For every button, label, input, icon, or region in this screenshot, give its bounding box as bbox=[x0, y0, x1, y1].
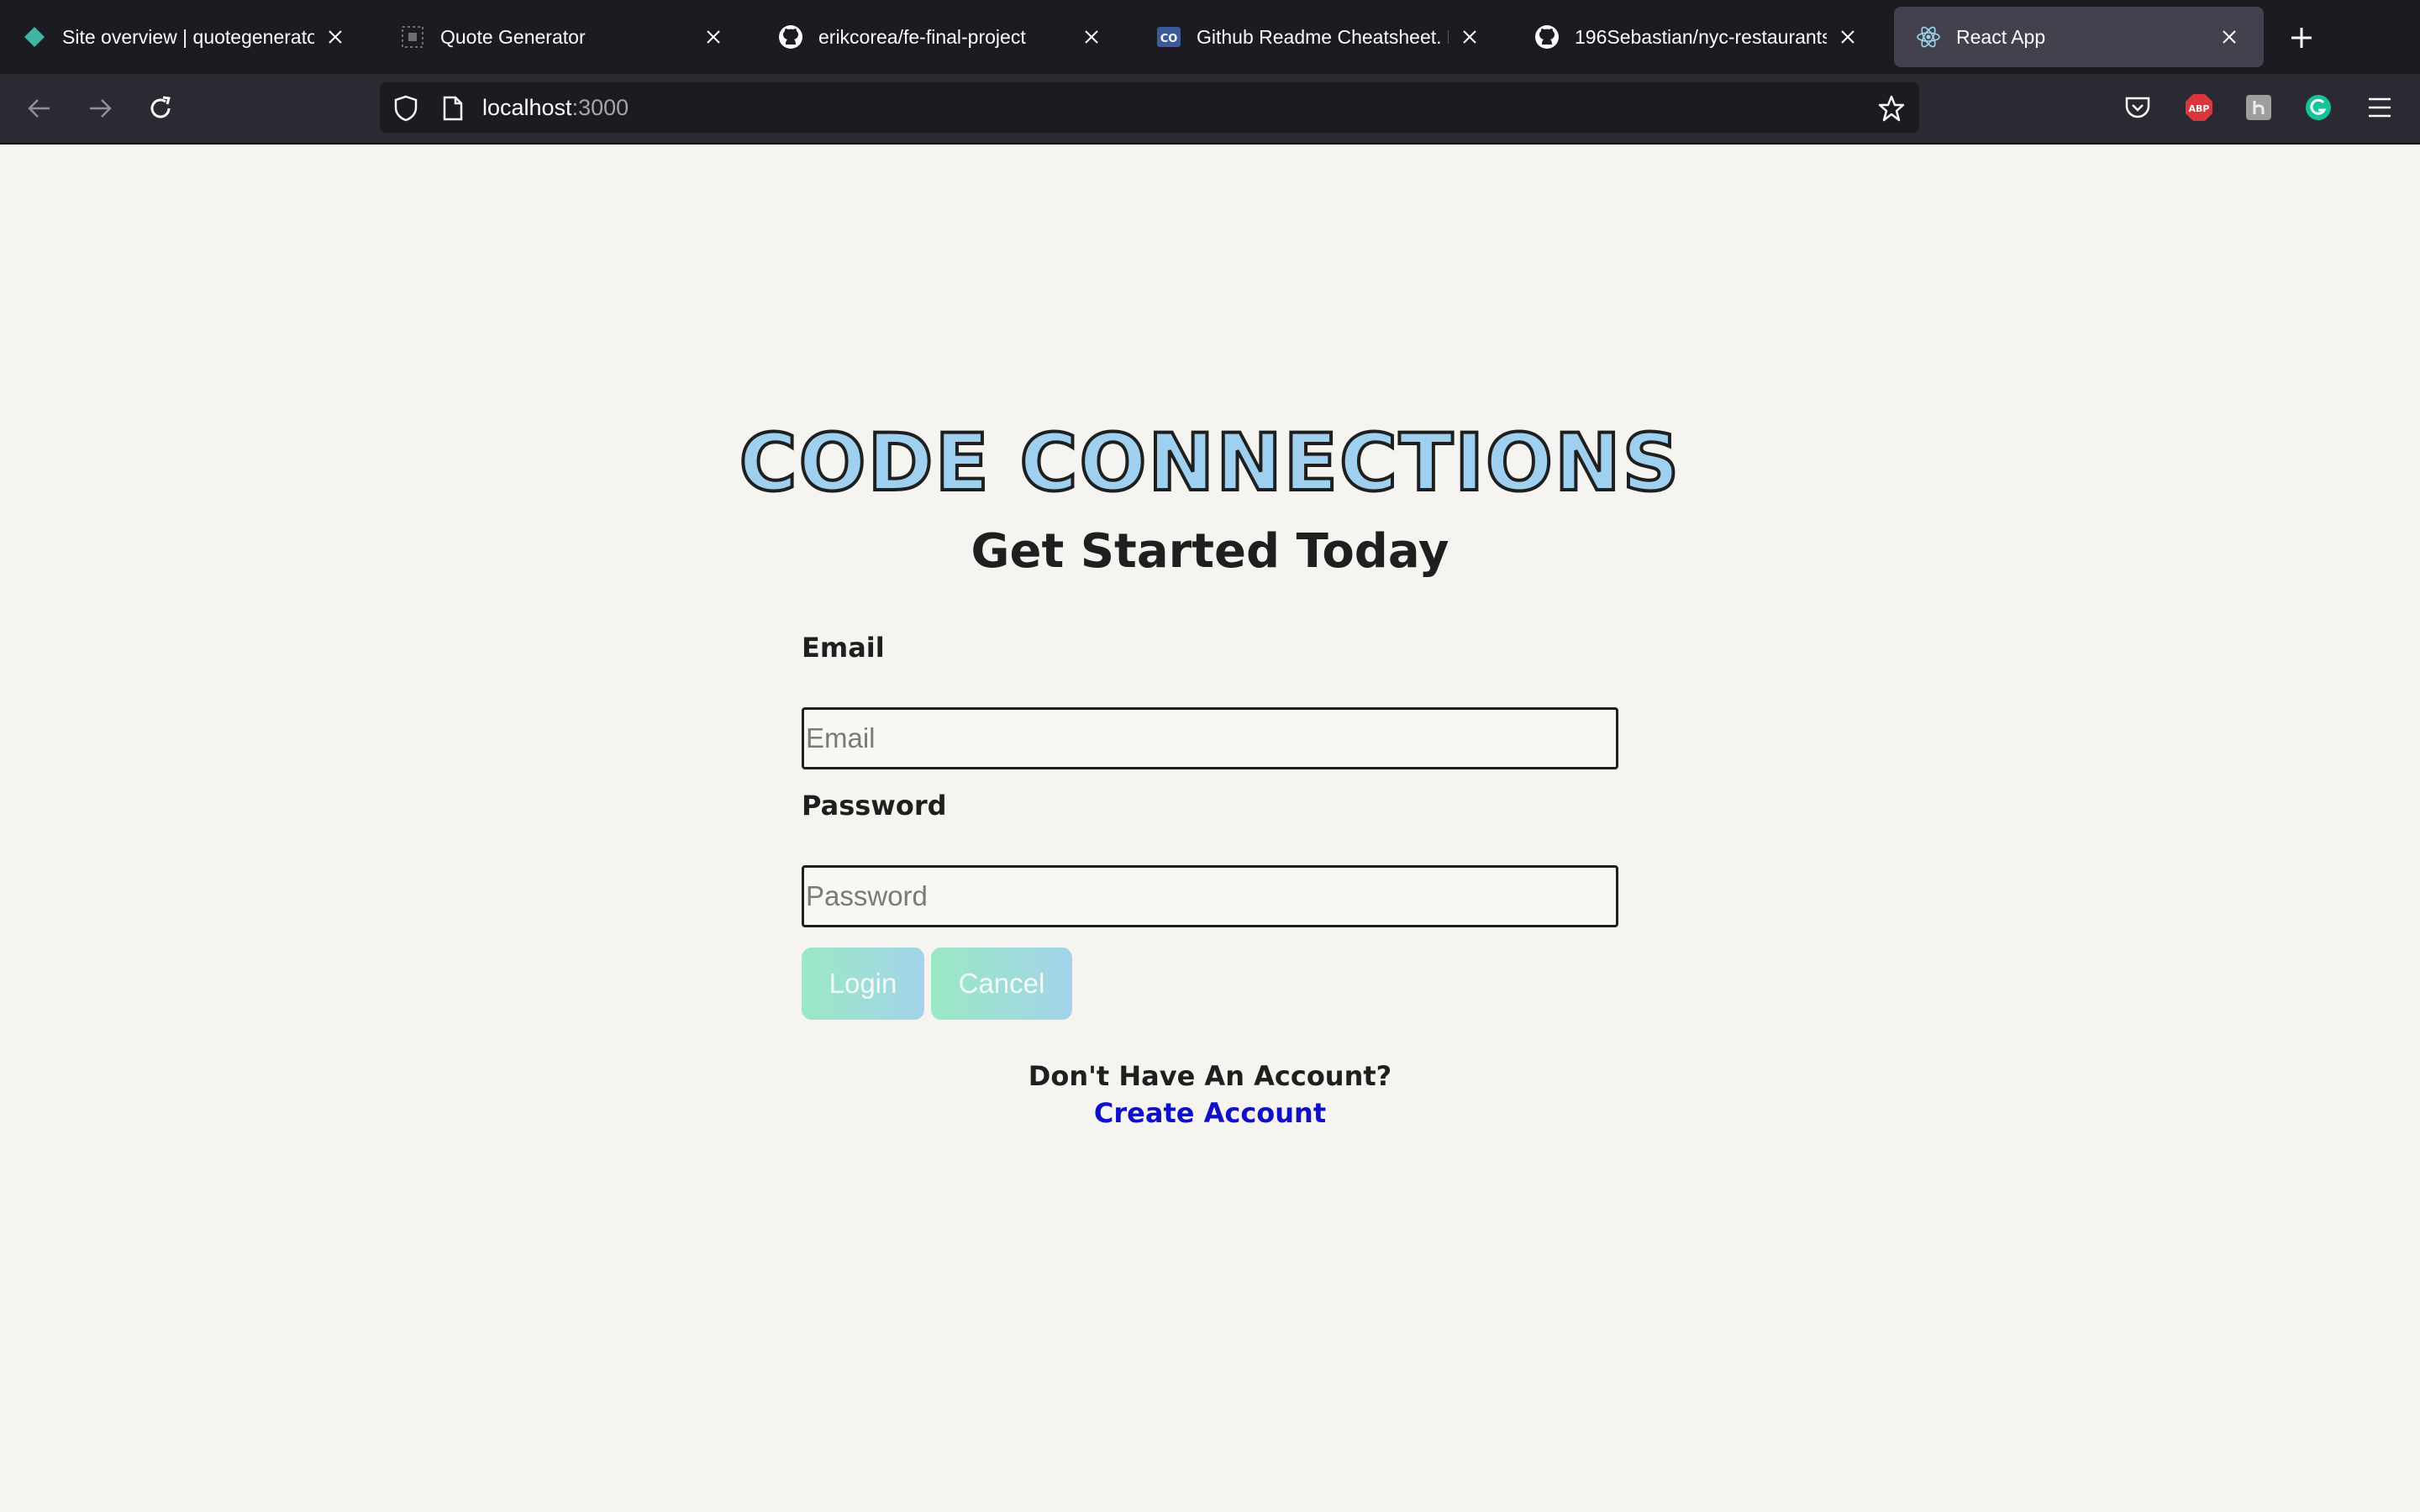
page-icon[interactable] bbox=[439, 94, 467, 123]
close-icon[interactable] bbox=[323, 24, 348, 50]
shield-icon[interactable] bbox=[392, 94, 420, 123]
tab-title: Site overview | quotegeneratora bbox=[62, 25, 314, 48]
close-icon[interactable] bbox=[2217, 24, 2242, 50]
password-label: Password bbox=[802, 790, 947, 822]
menu-icon[interactable] bbox=[2363, 91, 2396, 124]
browser-tab[interactable]: Site overview | quotegeneratora bbox=[0, 7, 370, 67]
browser-tab[interactable]: 196Sebastian/nyc-restaurants bbox=[1512, 7, 1882, 67]
create-account-link[interactable]: Create Account bbox=[1094, 1097, 1326, 1129]
create-account-row: Create Account bbox=[0, 1097, 2420, 1129]
reload-icon bbox=[150, 96, 171, 118]
pocket-icon[interactable] bbox=[2121, 91, 2154, 124]
url-text[interactable]: localhost:3000 bbox=[482, 82, 629, 133]
codeopinion-icon: CO bbox=[1156, 24, 1181, 50]
github-icon bbox=[1534, 24, 1560, 50]
browser-tab[interactable]: CO Github Readme Cheatsheet. For bbox=[1134, 7, 1504, 67]
plus-icon bbox=[2291, 28, 2312, 48]
email-label: Email bbox=[802, 632, 885, 664]
url-host: localhost bbox=[482, 95, 572, 120]
reload-button[interactable] bbox=[141, 89, 180, 128]
email-field[interactable] bbox=[802, 707, 1618, 769]
extension-icon[interactable] bbox=[2242, 91, 2275, 124]
browser-tab[interactable]: erikcorea/fe-final-project bbox=[756, 7, 1126, 67]
brand-logo-text: CODE CONNECTIONS bbox=[738, 417, 1681, 509]
arrow-right-icon bbox=[90, 99, 112, 118]
password-field[interactable] bbox=[802, 865, 1618, 927]
tab-title: Github Readme Cheatsheet. For bbox=[1197, 25, 1449, 48]
new-tab-button[interactable] bbox=[2281, 17, 2323, 59]
adblock-icon[interactable]: ABP bbox=[2182, 91, 2216, 124]
address-bar[interactable]: localhost:3000 bbox=[380, 82, 1919, 133]
browser-tab-active[interactable]: React App bbox=[1894, 7, 2264, 67]
close-icon[interactable] bbox=[1457, 24, 1482, 50]
quote-icon bbox=[400, 24, 425, 50]
page-title: Get Started Today bbox=[971, 524, 1449, 579]
login-button[interactable]: Login bbox=[802, 948, 924, 1020]
bookmark-star-icon[interactable] bbox=[1876, 92, 1907, 124]
netlify-icon bbox=[22, 24, 47, 50]
svg-text:CO: CO bbox=[1160, 33, 1178, 45]
react-icon bbox=[1916, 24, 1941, 50]
tab-title: Quote Generator bbox=[440, 25, 586, 48]
url-port: :3000 bbox=[571, 95, 629, 120]
browser-tab-strip: Site overview | quotegeneratora Quote Ge… bbox=[0, 0, 2420, 74]
back-button[interactable] bbox=[20, 89, 59, 128]
github-icon bbox=[778, 24, 803, 50]
browser-toolbar: localhost:3000 ABP bbox=[0, 74, 2420, 144]
adblock-label: ABP bbox=[2189, 103, 2210, 114]
page-content: CODE CONNECTIONS Get Started Today Email… bbox=[0, 144, 2420, 1512]
close-icon[interactable] bbox=[1835, 24, 1860, 50]
grammarly-icon[interactable] bbox=[2302, 91, 2335, 124]
forward-button[interactable] bbox=[81, 89, 119, 128]
browser-tab[interactable]: Quote Generator bbox=[378, 7, 748, 67]
cancel-button[interactable]: Cancel bbox=[931, 948, 1072, 1020]
close-icon[interactable] bbox=[701, 24, 726, 50]
tab-title: erikcorea/fe-final-project bbox=[818, 25, 1026, 48]
tab-title: React App bbox=[1956, 25, 2046, 48]
no-account-text: Don't Have An Account? bbox=[1028, 1060, 1392, 1092]
tab-title: 196Sebastian/nyc-restaurants bbox=[1575, 25, 1827, 48]
arrow-left-icon bbox=[28, 99, 50, 118]
close-icon[interactable] bbox=[1079, 24, 1104, 50]
